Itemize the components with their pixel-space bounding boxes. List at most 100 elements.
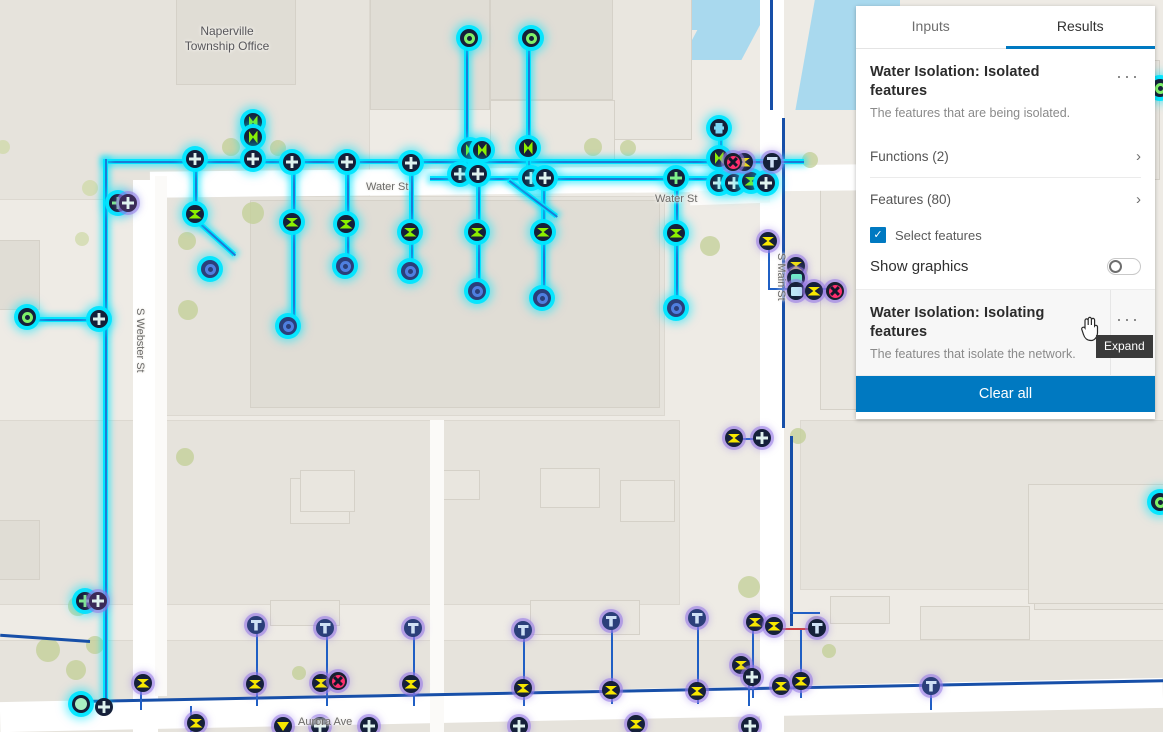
functions-row[interactable]: Functions (2) › <box>870 136 1141 178</box>
map-feature-service[interactable] <box>404 619 422 637</box>
road-side <box>430 420 444 732</box>
map-feature-service[interactable] <box>514 621 532 639</box>
map-feature-valve[interactable] <box>602 681 620 699</box>
service-line <box>752 628 754 698</box>
map-feature-service[interactable] <box>688 609 706 627</box>
map-feature-meter[interactable] <box>401 262 419 280</box>
cross-icon <box>93 313 105 325</box>
result-options-menu-icon[interactable]: ··· <box>1113 63 1143 89</box>
map-feature-pressure[interactable] <box>329 672 347 690</box>
map-feature-valve[interactable] <box>1151 493 1163 511</box>
map-feature-tee[interactable] <box>757 174 775 192</box>
selected-lateral-core <box>411 159 413 275</box>
bowtie-icon <box>516 683 530 693</box>
tee-icon <box>605 615 617 627</box>
ring-icon <box>21 311 33 323</box>
map-feature-valve[interactable] <box>134 674 152 692</box>
map-feature-tee[interactable] <box>667 169 685 187</box>
map-feature-valve[interactable] <box>18 308 36 326</box>
map-feature-meter[interactable] <box>787 282 805 300</box>
map-feature-valve[interactable] <box>401 223 419 241</box>
map-feature-tee[interactable] <box>451 165 469 183</box>
map-feature-tee[interactable] <box>402 154 420 172</box>
tab-results[interactable]: Results <box>1005 6 1155 49</box>
map-feature-tee[interactable] <box>244 150 262 168</box>
map-feature-valve[interactable] <box>402 675 420 693</box>
map-feature-valve[interactable] <box>187 714 205 732</box>
map-feature-valve[interactable] <box>688 682 706 700</box>
map-feature-fitting[interactable] <box>119 194 137 212</box>
map-feature-valve[interactable] <box>792 672 810 690</box>
map-feature-meter[interactable] <box>336 257 354 275</box>
map-feature-valve[interactable] <box>312 674 330 692</box>
map-feature-meter[interactable] <box>201 260 219 278</box>
tree-icon <box>75 232 89 246</box>
result-options-menu-icon[interactable]: ··· <box>1113 306 1143 332</box>
clear-all-button[interactable]: Clear all <box>856 376 1155 412</box>
cross-icon <box>92 595 104 607</box>
map-feature-tee[interactable] <box>725 174 743 192</box>
map-feature-service[interactable] <box>922 677 940 695</box>
map-feature-pressure[interactable] <box>826 282 844 300</box>
map-feature-tee[interactable] <box>469 165 487 183</box>
map-feature-tee[interactable] <box>283 153 301 171</box>
map-feature-valve[interactable] <box>460 29 478 47</box>
map-feature-valve[interactable] <box>759 232 777 250</box>
result-isolating-features[interactable]: Water Isolation: Isolating features The … <box>856 289 1155 375</box>
tree-icon <box>270 140 286 156</box>
map-feature-valve[interactable] <box>283 213 301 231</box>
map-feature-valve[interactable] <box>772 677 790 695</box>
map-feature-valve[interactable] <box>725 429 743 447</box>
map-feature-valve[interactable] <box>519 139 537 157</box>
map-feature-tee[interactable] <box>95 698 113 716</box>
map-feature-valve[interactable] <box>244 128 262 146</box>
map-feature-service[interactable] <box>247 616 265 634</box>
map-feature-fitting[interactable] <box>743 668 761 686</box>
building <box>300 470 355 512</box>
result-title: Water Isolation: Isolated features <box>870 64 1040 99</box>
map-feature-valve[interactable] <box>746 613 764 631</box>
map-feature-valve[interactable] <box>534 223 552 241</box>
map-feature-valve[interactable] <box>274 717 292 732</box>
map-feature-meter[interactable] <box>279 317 297 335</box>
tee-icon <box>517 624 529 636</box>
map-feature-fitting[interactable] <box>753 429 771 447</box>
map-feature-tee[interactable] <box>186 150 204 168</box>
map-feature-pressure[interactable] <box>724 153 742 171</box>
map-feature-fitting[interactable] <box>311 717 329 732</box>
map-feature-meter[interactable] <box>667 299 685 317</box>
map-feature-fitting[interactable] <box>360 717 378 732</box>
map-feature-valve[interactable] <box>627 715 645 732</box>
map-feature-valve[interactable] <box>514 679 532 697</box>
bowtie-icon <box>774 681 788 691</box>
map-feature-valve[interactable] <box>805 282 823 300</box>
map-feature-tee[interactable] <box>90 310 108 328</box>
map-feature-valve[interactable] <box>667 224 685 242</box>
map-feature-valve[interactable] <box>522 29 540 47</box>
tab-inputs[interactable]: Inputs <box>856 6 1006 49</box>
map-feature-valve[interactable] <box>186 205 204 223</box>
features-row[interactable]: Features (80) › <box>870 178 1141 220</box>
map-feature-valve[interactable] <box>473 141 491 159</box>
map-feature-valve[interactable] <box>337 215 355 233</box>
map-feature-meter[interactable] <box>533 289 551 307</box>
map-feature-tee[interactable] <box>536 169 554 187</box>
map-feature-valve[interactable] <box>468 223 486 241</box>
map-feature-valve[interactable] <box>510 717 528 732</box>
map-feature-service[interactable] <box>602 612 620 630</box>
map-feature-service[interactable] <box>316 619 334 637</box>
map-feature-valve[interactable] <box>246 675 264 693</box>
map-feature-fitting[interactable] <box>741 717 759 732</box>
select-features-row[interactable]: ✓ Select features <box>870 222 1141 248</box>
tree-icon <box>66 660 86 680</box>
show-graphics-toggle[interactable] <box>1107 258 1141 275</box>
map-feature-tee[interactable] <box>338 153 356 171</box>
map-feature-valve[interactable] <box>72 695 90 713</box>
select-features-checkbox[interactable]: ✓ <box>870 227 886 243</box>
map-feature-hydrant[interactable] <box>710 119 728 137</box>
map-feature-meter[interactable] <box>468 282 486 300</box>
map-feature-fitting[interactable] <box>89 592 107 610</box>
map-feature-fitting[interactable] <box>808 619 826 637</box>
map-feature-valve[interactable] <box>765 617 783 635</box>
map-feature-fitting[interactable] <box>763 153 781 171</box>
